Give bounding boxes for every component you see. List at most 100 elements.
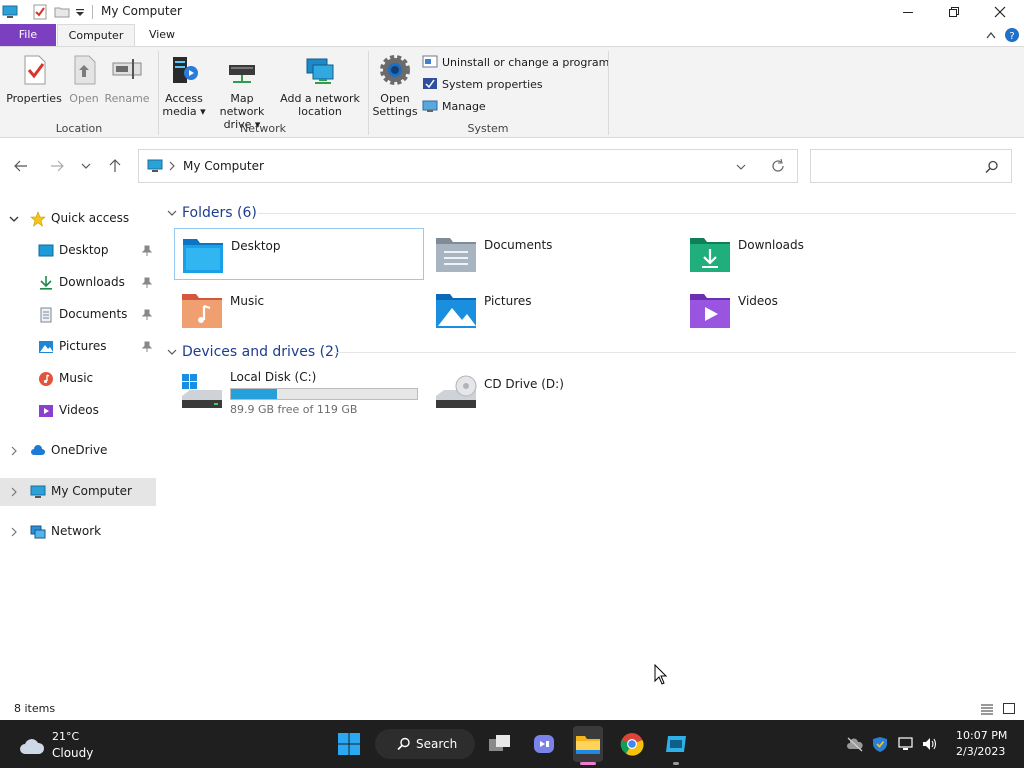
- new-folder-icon[interactable]: [54, 4, 70, 20]
- title-divider: [92, 5, 93, 19]
- cloud-offline-icon[interactable]: [846, 736, 864, 752]
- folder-tile-desktop[interactable]: Desktop: [174, 228, 424, 280]
- properties-check-icon[interactable]: [32, 4, 48, 20]
- back-button[interactable]: [10, 156, 32, 176]
- address-dropdown-icon[interactable]: [735, 162, 747, 172]
- uninstall-label: Uninstall or change a program: [442, 55, 610, 69]
- properties-button[interactable]: Properties: [6, 53, 62, 105]
- weather-condition[interactable]: Cloudy: [52, 746, 93, 760]
- ribbon: Properties Open Rename Location Access m…: [0, 46, 1024, 138]
- nav-item-documents[interactable]: Documents: [0, 301, 156, 329]
- volume-icon[interactable]: [921, 736, 939, 752]
- nav-label: Network: [51, 524, 102, 538]
- search-input[interactable]: [819, 158, 979, 174]
- running-indicator: [580, 762, 596, 765]
- chevron-down-icon[interactable]: [8, 213, 20, 225]
- address-bar[interactable]: My Computer: [138, 149, 798, 183]
- chevron-down-icon: [81, 163, 91, 169]
- drive-tile-cd[interactable]: CD Drive (D:): [428, 366, 678, 418]
- drive-tile-local-disk[interactable]: Local Disk (C:) 89.9 GB free of 119 GB: [174, 366, 424, 418]
- start-button[interactable]: [335, 730, 363, 758]
- collapse-ribbon-icon[interactable]: [985, 30, 997, 40]
- nav-item-onedrive[interactable]: OneDrive: [0, 437, 156, 465]
- nav-item-downloads[interactable]: Downloads: [0, 269, 156, 297]
- folder-name: Documents: [484, 238, 553, 252]
- folders-section-header[interactable]: Folders (6): [166, 203, 257, 223]
- pin-icon[interactable]: [141, 245, 153, 257]
- uninstall-program-button[interactable]: Uninstall or change a program: [422, 52, 609, 72]
- task-view-button[interactable]: [486, 730, 514, 758]
- system-properties-button[interactable]: System properties: [422, 74, 543, 94]
- access-media-button[interactable]: Access media ▾: [162, 53, 206, 118]
- nav-item-my-computer[interactable]: My Computer: [0, 478, 156, 506]
- tab-computer[interactable]: Computer: [57, 24, 135, 47]
- drive-usage-bar: [230, 388, 418, 400]
- cloudy-weather-icon[interactable]: [18, 732, 46, 760]
- file-explorer-taskbar-button[interactable]: [573, 726, 603, 762]
- chevron-right-icon[interactable]: [168, 161, 176, 171]
- pin-icon[interactable]: [141, 309, 153, 321]
- chrome-taskbar-button[interactable]: [618, 730, 646, 758]
- pin-icon[interactable]: [141, 341, 153, 353]
- media-server-icon: [173, 57, 198, 83]
- large-icons-view-icon[interactable]: [1002, 702, 1016, 716]
- open-settings-label-2: Settings: [372, 105, 418, 118]
- taskbar-search-button[interactable]: Search: [375, 729, 475, 759]
- rename-button[interactable]: Rename: [104, 53, 150, 105]
- folder-tile-documents[interactable]: Documents: [428, 228, 678, 280]
- tab-file[interactable]: File: [0, 24, 56, 46]
- clock-time[interactable]: 10:07 PM: [956, 729, 1007, 742]
- nav-label: Desktop: [59, 243, 109, 257]
- map-network-drive-button[interactable]: Map network drive ▾: [207, 53, 277, 131]
- folder-tile-pictures[interactable]: Pictures: [428, 284, 678, 336]
- item-count: 8 items: [14, 702, 56, 715]
- restore-button[interactable]: [931, 0, 977, 24]
- weather-temperature[interactable]: 21°C: [52, 730, 79, 743]
- cloud-icon: [31, 445, 45, 455]
- programs-icon: [422, 55, 438, 68]
- network-monitor-icon[interactable]: [897, 736, 915, 752]
- tab-view[interactable]: View: [140, 24, 184, 46]
- nav-item-videos[interactable]: Videos: [0, 397, 156, 425]
- customize-dropdown-icon[interactable]: [74, 4, 86, 20]
- app-taskbar-button[interactable]: [662, 730, 690, 758]
- search-box[interactable]: [810, 149, 1012, 183]
- minimize-button[interactable]: [885, 0, 931, 24]
- nav-item-pictures[interactable]: Pictures: [0, 333, 156, 361]
- close-button[interactable]: [977, 0, 1023, 24]
- clock-date[interactable]: 2/3/2023: [956, 745, 1005, 758]
- devices-section-header[interactable]: Devices and drives (2): [166, 342, 339, 362]
- recent-locations-button[interactable]: [76, 156, 96, 176]
- open-label: Open: [69, 92, 99, 105]
- chevron-right-icon[interactable]: [8, 486, 20, 498]
- folder-tile-downloads[interactable]: Downloads: [682, 228, 932, 280]
- manage-button[interactable]: Manage: [422, 96, 486, 116]
- folder-tile-music[interactable]: Music: [174, 284, 424, 336]
- details-view-icon[interactable]: [980, 702, 994, 716]
- open-settings-button[interactable]: Open Settings: [372, 53, 418, 118]
- forward-button[interactable]: [46, 156, 68, 176]
- drive-name: CD Drive (D:): [484, 377, 564, 391]
- nav-item-music[interactable]: Music: [0, 365, 156, 393]
- nav-item-network[interactable]: Network: [0, 518, 156, 546]
- open-button[interactable]: Open: [64, 53, 104, 105]
- arrow-left-icon: [14, 160, 27, 172]
- address-path: My Computer: [183, 159, 264, 173]
- refresh-icon[interactable]: [771, 159, 785, 173]
- chevron-right-icon[interactable]: [8, 445, 20, 457]
- nav-label: Pictures: [59, 339, 107, 353]
- teams-chat-button[interactable]: [530, 730, 558, 758]
- app-window-icon: [666, 736, 686, 752]
- up-button[interactable]: [104, 156, 126, 176]
- pin-icon[interactable]: [141, 277, 153, 289]
- music-icon: [39, 372, 53, 386]
- window-title: My Computer: [101, 4, 182, 18]
- chevron-right-icon[interactable]: [8, 526, 20, 538]
- folder-tile-videos[interactable]: Videos: [682, 284, 932, 336]
- help-icon[interactable]: ?: [1004, 27, 1020, 43]
- security-shield-icon[interactable]: [871, 736, 889, 752]
- chevron-down-icon: [167, 210, 177, 216]
- add-network-location-button[interactable]: Add a network location: [280, 53, 360, 118]
- nav-item-quick-access[interactable]: Quick access: [0, 205, 156, 233]
- nav-item-desktop[interactable]: Desktop: [0, 237, 156, 265]
